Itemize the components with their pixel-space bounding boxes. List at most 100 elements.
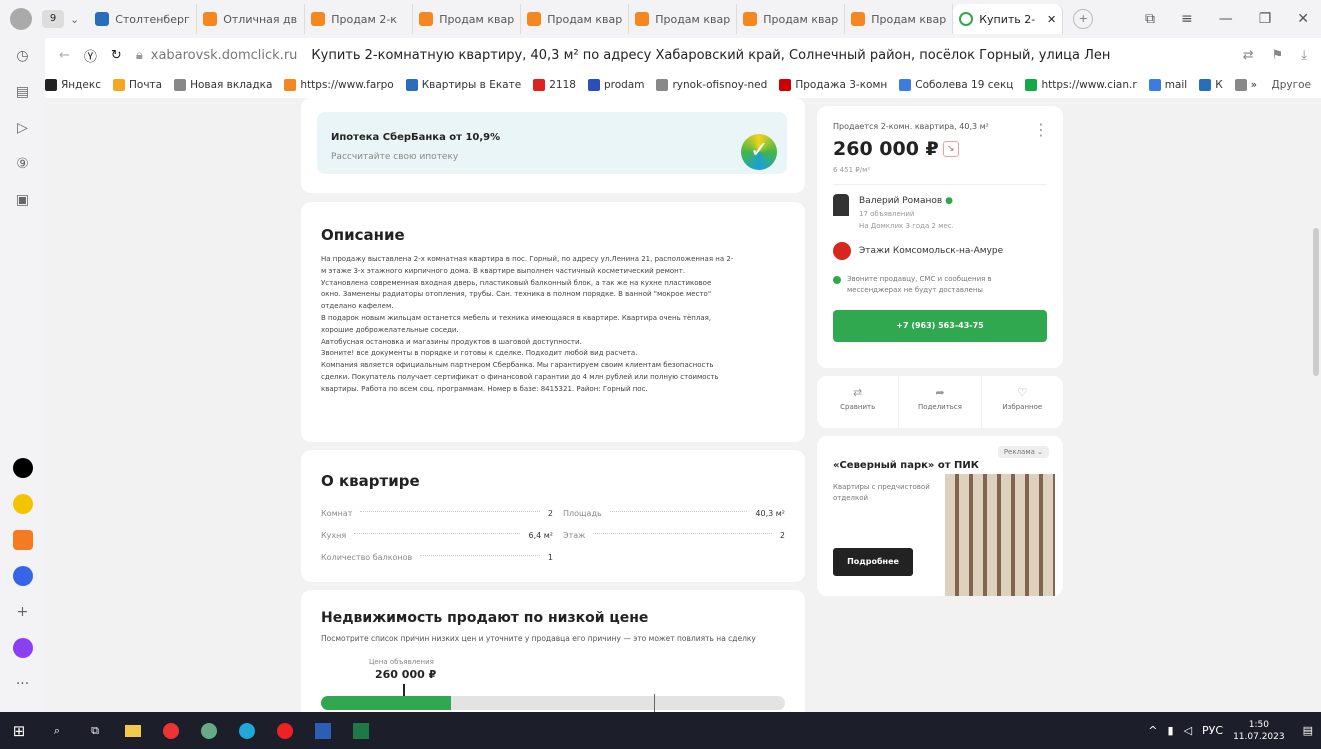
bookmark-item[interactable]: https://www.cian.r (1025, 79, 1137, 91)
start-icon[interactable]: ⊞ (4, 716, 34, 746)
mortgage-card[interactable]: Ипотека СберБанка от 10,9% Рассчитайте с… (301, 98, 805, 193)
phone-button[interactable]: +7 (963) 563-43-75 (833, 310, 1047, 342)
bookmark-item[interactable]: К (1199, 79, 1223, 91)
translate-icon[interactable]: ⇄ (1243, 48, 1254, 63)
compare-button[interactable]: ⇄ Сравнить (817, 376, 900, 428)
bookmarks-other[interactable]: Другое (1272, 79, 1321, 91)
collections-icon[interactable]: ⧉ (1145, 11, 1155, 27)
page-scrollbar[interactable] (1313, 228, 1319, 376)
browser-tab[interactable]: Продам 2-к (305, 4, 414, 34)
volume-icon[interactable]: ◁ (1184, 724, 1192, 737)
restore-icon[interactable]: ❐ (1259, 11, 1272, 27)
bookmarks-bar: Яндекс Почта Новая вкладка https://www.farp… (45, 72, 1321, 98)
price-trend-icon[interactable]: ↘ (942, 141, 959, 157)
contact-notice: Звоните продавцу, СМС и сообщения в месс… (847, 275, 992, 294)
back-icon[interactable]: ← (59, 48, 70, 63)
tray-chevron-icon[interactable]: ^ (1148, 724, 1157, 737)
profile-icon[interactable] (10, 8, 32, 30)
clock[interactable]: 1:50 11.07.2023 (1233, 719, 1285, 743)
address-bar: ← Ⓨ ↻ 🔒︎ xabarovsk.domclick.ru Купить 2-… (45, 38, 1321, 72)
bookmark-item[interactable]: mail (1148, 79, 1187, 91)
close-window-icon[interactable]: ✕ (1297, 11, 1309, 27)
agency-name[interactable]: Этажи Комсомольск-на-Амуре (859, 246, 1003, 256)
bookmark-item[interactable]: Соболева 19 секц (899, 79, 1013, 91)
tab-label: Продам квар (655, 12, 731, 26)
download-icon[interactable]: ⤓ (1301, 48, 1307, 63)
notifications-icon[interactable]: ▤ (1303, 724, 1313, 737)
history-icon[interactable]: ◷ (11, 44, 35, 68)
bookmark-item[interactable]: prodam (587, 79, 644, 91)
bookmark-favicon-icon (1199, 79, 1212, 91)
agent-name[interactable]: Валерий Романов ● (859, 196, 953, 206)
yandex-icon[interactable] (270, 716, 300, 746)
play-icon[interactable]: ▷ (11, 116, 35, 140)
network-icon[interactable]: ▮ (1168, 724, 1174, 737)
share-button[interactable]: ➦ Поделиться (899, 376, 982, 428)
browser-tab[interactable]: Продам квар (521, 4, 630, 34)
tabs-panel-icon[interactable]: ▤ (11, 80, 35, 104)
yandex-browser-icon[interactable] (156, 716, 186, 746)
bookmark-item[interactable]: Квартиры в Екате (405, 79, 521, 91)
edge-icon[interactable] (232, 716, 262, 746)
add-app-icon[interactable]: + (11, 600, 35, 624)
browser-tab[interactable]: Столтенберг (89, 4, 198, 34)
ad-button[interactable]: Подробнее (833, 548, 913, 576)
app-mail-icon[interactable] (11, 528, 35, 552)
tab-close-icon[interactable]: ✕ (1047, 13, 1056, 26)
minimize-icon[interactable]: — (1219, 11, 1233, 27)
bookmark-label: 2118 (549, 79, 576, 91)
menu-icon[interactable]: ≡ (1181, 11, 1193, 27)
bookmark-icon[interactable]: ⚑ (1272, 48, 1284, 63)
more-icon[interactable]: ··· (11, 672, 35, 696)
price-marker-value: 260 000 ₽ (375, 668, 437, 681)
search-icon[interactable]: ⌕ (42, 716, 72, 746)
ad-card[interactable]: Реклама ⌄ «Северный парк» от ПИК Квартир… (817, 436, 1063, 596)
task-view-icon[interactable]: ⧉ (80, 716, 110, 746)
reload-icon[interactable]: ↻ (111, 48, 122, 63)
counter-icon[interactable]: ⑨ (11, 152, 35, 176)
app-icon[interactable] (194, 716, 224, 746)
url-domain[interactable]: xabarovsk.domclick.ru (151, 48, 298, 63)
mortgage-subtitle: Рассчитайте свою ипотеку (331, 152, 459, 162)
browser-tab[interactable]: Продам квар (845, 4, 954, 34)
bookmark-favicon-icon (1148, 79, 1161, 91)
yandex-icon[interactable]: Ⓨ (84, 46, 97, 65)
agent-avatar[interactable] (833, 194, 849, 216)
bookmark-item[interactable]: Почта (113, 79, 162, 91)
bookmark-item[interactable]: rynok-ofisnoy-ned (656, 79, 767, 91)
page-title[interactable]: Купить 2-комнатную квартиру, 40,3 м² по … (311, 48, 1111, 63)
browser-tab[interactable]: Продам квар (737, 4, 846, 34)
tab-counter[interactable]: 9 (42, 10, 64, 28)
bookmark-favicon-icon (779, 79, 792, 91)
bookmark-item[interactable]: Продажа 3-комн (779, 79, 887, 91)
browser-tab[interactable]: Отличная дв (197, 4, 306, 34)
description-line: Звоните! все документы в порядке и готов… (321, 349, 638, 358)
bookmark-item[interactable]: 2118 (533, 79, 576, 91)
tab-list-chevron-icon[interactable]: ⌄ (70, 13, 79, 26)
new-tab-button[interactable]: + (1073, 9, 1094, 29)
more-options-icon[interactable]: ⋮ (1033, 120, 1049, 139)
favorite-button[interactable]: ♡ Избранное (982, 376, 1063, 428)
bookmark-favicon-icon (656, 79, 669, 91)
browser-tab[interactable]: Продам квар (413, 4, 522, 34)
bookmark-item[interactable]: » (1234, 79, 1257, 91)
bookmark-item[interactable]: Новая вкладка (174, 79, 272, 91)
agent-ads: 17 объявлений (859, 210, 915, 218)
bookmark-item[interactable]: Яндекс (45, 79, 101, 91)
browser-tab[interactable]: Продам квар (629, 4, 738, 34)
excel-icon[interactable] (346, 716, 376, 746)
language-indicator[interactable]: РУС (1202, 724, 1223, 737)
word-icon[interactable] (308, 716, 338, 746)
tab-active[interactable]: Купить 2- ✕ (953, 4, 1064, 34)
ad-badge[interactable]: Реклама ⌄ (997, 446, 1049, 458)
app-wave-icon[interactable] (11, 492, 35, 516)
alice-icon[interactable] (11, 636, 35, 660)
screenshot-icon[interactable]: ▣ (11, 188, 35, 212)
description-line: В подарок новым жильцам останется мебель… (321, 313, 712, 322)
app-blue-icon[interactable] (11, 564, 35, 588)
ad-building-image (945, 474, 1055, 596)
ad-badge-text: Реклама (1003, 448, 1035, 456)
app-circle-icon[interactable] (11, 456, 35, 480)
bookmark-item[interactable]: https://www.farpo (284, 79, 394, 91)
explorer-icon[interactable] (118, 716, 148, 746)
